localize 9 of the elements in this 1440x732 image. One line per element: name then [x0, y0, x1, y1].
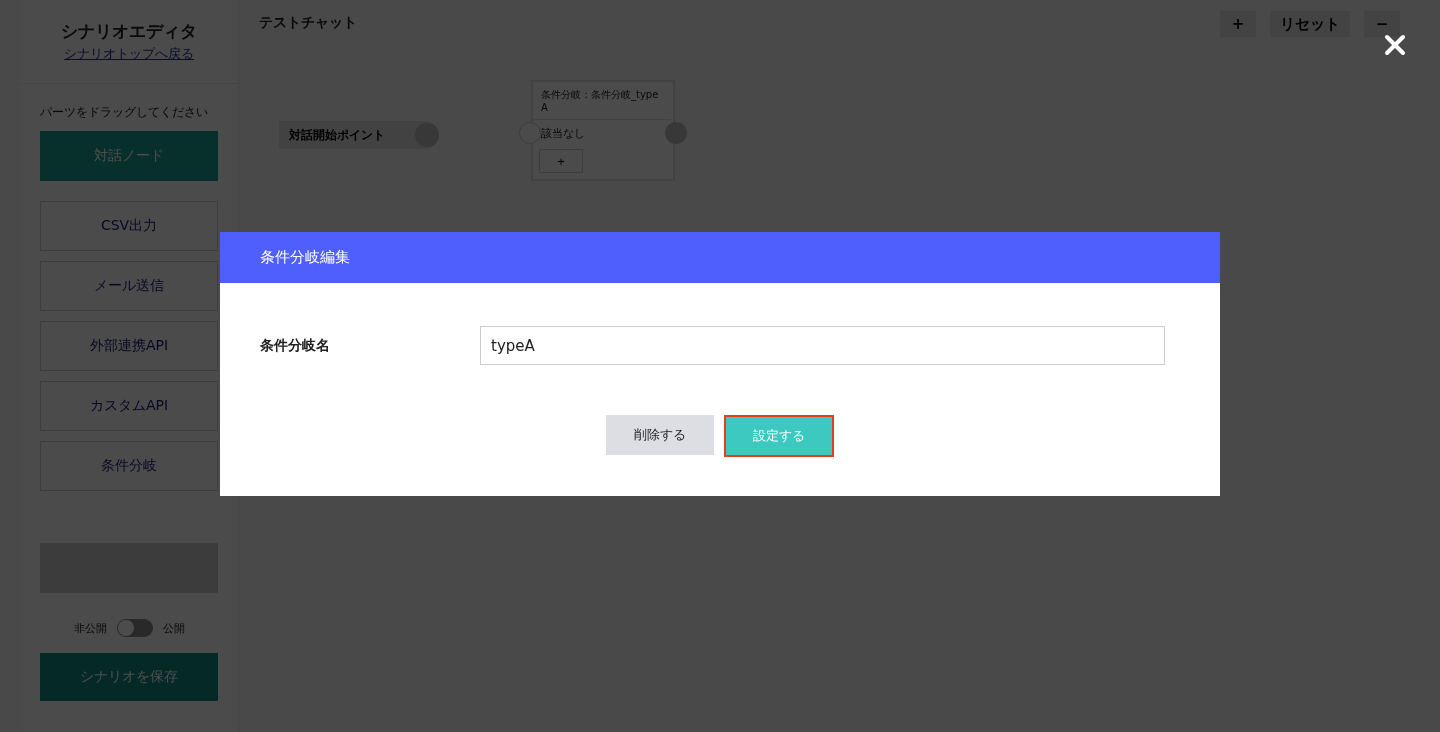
editor-title: シナリオエディタ: [61, 20, 197, 43]
close-icon[interactable]: [1382, 32, 1408, 58]
delete-button[interactable]: 削除する: [606, 415, 714, 455]
field-label: 条件分岐名: [260, 336, 331, 355]
submit-button[interactable]: 設定する: [724, 415, 834, 457]
name-input-field[interactable]: typeA: [480, 326, 1165, 365]
dialog-title: 条件分岐編集: [220, 232, 1220, 283]
back-link[interactable]: シナリオトップへ戻る: [64, 45, 194, 63]
chat-title: テストチャット: [259, 14, 357, 32]
